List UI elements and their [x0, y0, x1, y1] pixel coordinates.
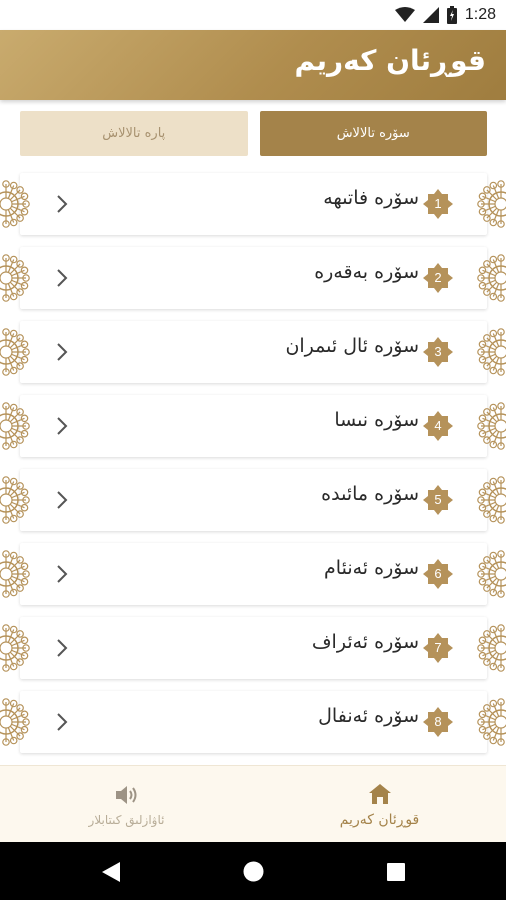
- ornament-icon: [477, 698, 506, 746]
- nav-audio-books[interactable]: ئاۋازلىق كىتابلار: [0, 766, 253, 843]
- ornament-icon: [477, 180, 506, 228]
- battery-icon: [446, 6, 457, 24]
- chevron-right-icon: [57, 417, 68, 435]
- nav-quran[interactable]: قوڕئان کەریم: [253, 766, 506, 843]
- surah-name: سۆرە نىسا: [334, 409, 419, 431]
- speaker-icon: [115, 785, 136, 804]
- ornament-icon: [0, 402, 30, 450]
- ornament-icon: [0, 328, 30, 376]
- surah-row[interactable]: 4 سۆرە نىسا: [0, 395, 506, 457]
- surah-row[interactable]: 7 سۆرە ئەئراف: [0, 617, 506, 679]
- surah-name: سۆرە مائىدە: [321, 483, 419, 505]
- surah-name: سۆرە ئەنئام: [324, 557, 419, 579]
- chevron-right-icon: [57, 269, 68, 287]
- wifi-icon: [394, 7, 415, 22]
- ornament-icon: [477, 402, 506, 450]
- ornament-icon: [0, 180, 30, 228]
- surah-row[interactable]: 3 سۆرە ئال ئىمران: [0, 321, 506, 383]
- status-time: 1:28: [464, 6, 496, 23]
- surah-row[interactable]: 5 سۆرە مائىدە: [0, 469, 506, 531]
- chevron-right-icon: [57, 343, 68, 361]
- surah-number: 6: [434, 566, 442, 581]
- chevron-right-icon: [57, 565, 68, 583]
- ornament-icon: [0, 254, 30, 302]
- chevron-right-icon: [57, 491, 68, 509]
- surah-row[interactable]: 1 سۆرە فاتىھە: [0, 173, 506, 235]
- tab-bar: پارە تالالاش سۆرە تالالاش: [20, 111, 487, 156]
- tab-paras[interactable]: پارە تالالاش: [20, 111, 248, 156]
- surah-name: سۆرە ئەنفال: [318, 705, 419, 727]
- chevron-right-icon: [57, 195, 68, 213]
- nav-audio-label: ئاۋازلىق كىتابلار: [88, 812, 165, 827]
- system-nav-bar: [0, 842, 506, 900]
- surah-name: سۆرە فاتىھە: [323, 187, 419, 209]
- surah-row[interactable]: 2 سۆرە بەقەرە: [0, 247, 506, 309]
- status-bar: 1:28: [0, 0, 506, 30]
- surah-row[interactable]: 8 سۆرە ئەنفال: [0, 691, 506, 753]
- surah-name: سۆرە ئال ئىمران: [285, 335, 419, 357]
- surah-name: سۆرە بەقەرە: [314, 261, 419, 283]
- ornament-icon: [477, 624, 506, 672]
- app-title: قوڕئان کەریم: [294, 44, 487, 77]
- surah-number: 1: [434, 196, 442, 211]
- surah-number: 4: [434, 418, 442, 433]
- nav-quran-label: قوڕئان کەریم: [339, 811, 420, 828]
- surah-number: 2: [434, 270, 442, 285]
- surah-number: 3: [434, 344, 442, 359]
- home-icon: [368, 783, 391, 804]
- back-icon[interactable]: [102, 862, 120, 882]
- ornament-icon: [477, 328, 506, 376]
- chevron-right-icon: [57, 713, 68, 731]
- surah-list[interactable]: 1 سۆرە فاتىھە 2 سۆرە بەقەرە 3 سۆرە ئال ئىمران…: [0, 165, 506, 765]
- ornament-icon: [477, 550, 506, 598]
- ornament-icon: [0, 550, 30, 598]
- bottom-nav: ئاۋازلىق كىتابلار قوڕئان کەریم: [0, 765, 506, 843]
- signal-icon: [422, 7, 439, 23]
- surah-number: 7: [434, 640, 442, 655]
- chevron-right-icon: [57, 639, 68, 657]
- surah-number: 8: [434, 714, 442, 729]
- recents-icon[interactable]: [387, 863, 405, 881]
- ornament-icon: [0, 698, 30, 746]
- ornament-icon: [477, 476, 506, 524]
- tab-surahs[interactable]: سۆرە تالالاش: [259, 111, 487, 156]
- surah-row[interactable]: 6 سۆرە ئەنئام: [0, 543, 506, 605]
- app-bar: قوڕئان کەریم: [0, 30, 506, 100]
- surah-number: 5: [434, 492, 442, 507]
- ornament-icon: [0, 476, 30, 524]
- home-circle-icon[interactable]: [243, 861, 264, 882]
- ornament-icon: [0, 624, 30, 672]
- ornament-icon: [477, 254, 506, 302]
- surah-name: سۆرە ئەئراف: [311, 631, 419, 653]
